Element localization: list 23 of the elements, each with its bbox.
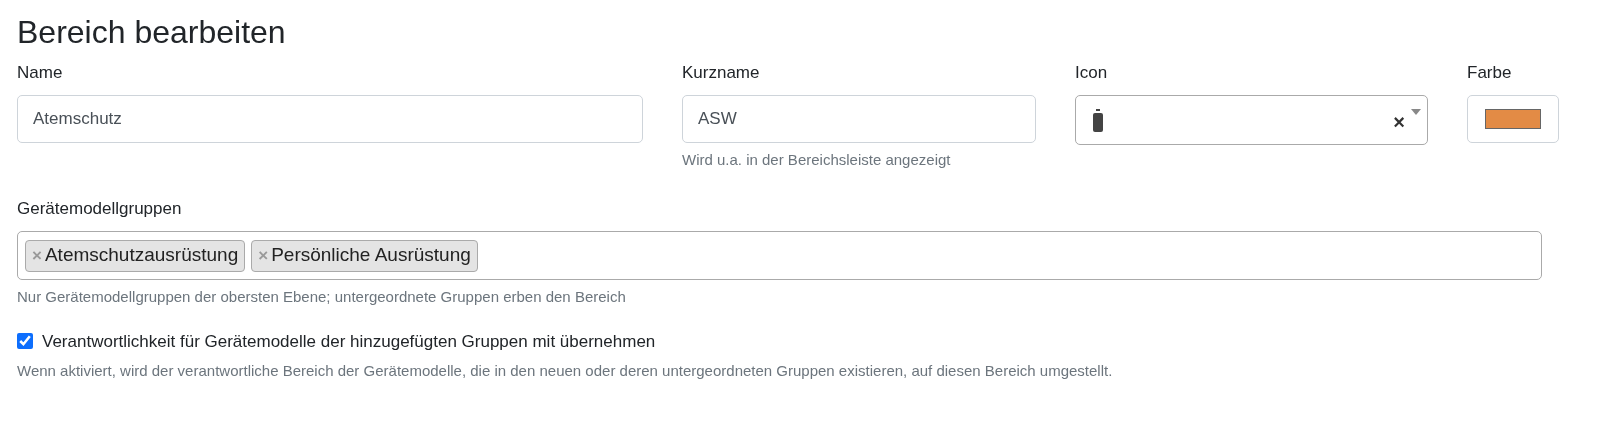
- tag-chip[interactable]: ×Atemschutzausrüstung: [25, 239, 246, 272]
- checkbox-label: Verantwortlichkeit für Gerätemodelle der hinzugefügten Gruppen mit übernehmen: [42, 330, 656, 353]
- field-label: Gerätemodellgruppen: [17, 197, 183, 219]
- field-label: Icon: [1075, 62, 1109, 84]
- tag-label: Persönliche Ausrüstung: [271, 243, 471, 268]
- color-picker[interactable]: [1467, 95, 1559, 144]
- tag-label: Atemschutzausrüstung: [44, 243, 239, 268]
- icon-select[interactable]: ×: [1075, 95, 1428, 146]
- field-label: Farbe: [1467, 62, 1513, 84]
- clear-button[interactable]: ×: [1393, 107, 1405, 138]
- field-label: Kurzname: [682, 62, 761, 84]
- caret-icon: [1411, 109, 1421, 116]
- bottle-icon: [1093, 108, 1103, 132]
- help-text: Nur Gerätemodellgruppen der obersten Ebene; untergeordnete Gruppen erben den Bereich: [17, 287, 627, 307]
- field-label: Name: [17, 62, 64, 84]
- help-text: Wenn aktiviert, wird der verantwortliche Bereich der Gerätemodelle, die in den neuen oder deren untergeordneten Gruppen existieren, auf diesen Bereich umgestellt.: [17, 361, 1114, 381]
- name-input[interactable]: Atemschutz: [17, 95, 643, 144]
- responsibility-checkbox[interactable]: [17, 333, 33, 350]
- groups-select[interactable]: ×Atemschutzausrüstung ×Persönliche Ausrüstung: [17, 231, 1542, 280]
- tag-chip[interactable]: ×Persönliche Ausrüstung: [251, 239, 478, 272]
- help-text: Wird u.a. in der Bereichsleiste angezeigt: [682, 150, 952, 171]
- short-name-input[interactable]: ASW: [682, 95, 1036, 144]
- page-title: Bereich bearbeiten: [17, 13, 287, 52]
